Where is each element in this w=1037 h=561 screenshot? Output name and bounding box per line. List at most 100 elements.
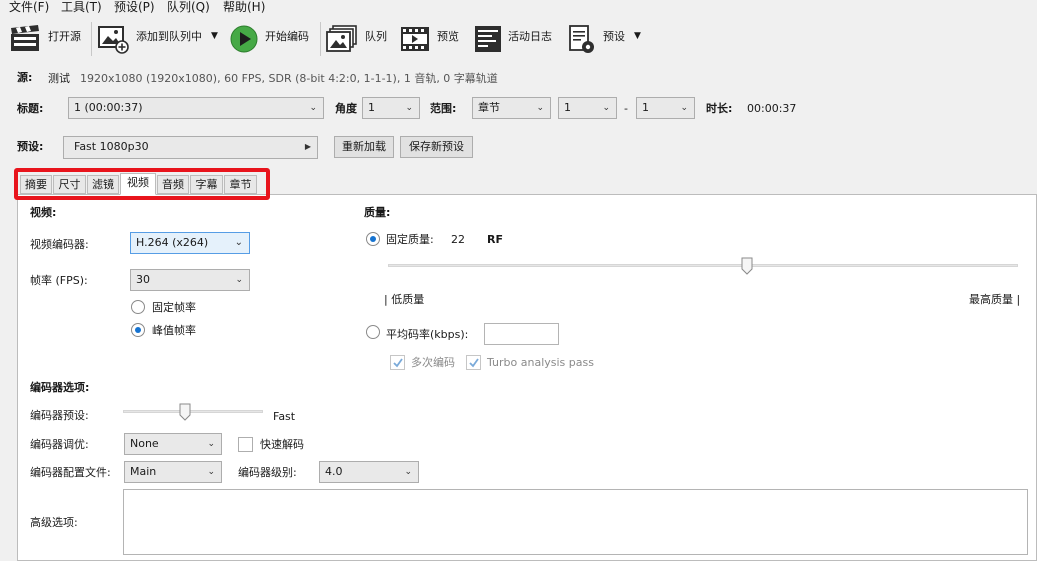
encoder-tune-label: 编码器调优: — [30, 438, 89, 451]
open-source-label: 打开源 — [48, 30, 81, 43]
chevron-down-icon[interactable]: ▼ — [211, 31, 218, 41]
encoder-tune-select[interactable]: None ⌄ — [124, 433, 222, 455]
turbo-label: Turbo analysis pass — [487, 356, 594, 369]
menu-help[interactable]: 帮助(H) — [223, 0, 265, 14]
presets-button[interactable]: 预设 ▼ — [567, 22, 647, 56]
chevron-down-icon: ⌄ — [207, 467, 215, 477]
preview-label: 预览 — [437, 30, 459, 43]
menu-presets[interactable]: 预设(P) — [114, 0, 155, 14]
checkmark-icon — [393, 358, 403, 368]
video-encoder-label: 视频编码器: — [30, 238, 89, 251]
range-dash: - — [624, 102, 628, 115]
peak-fps-radio[interactable] — [131, 323, 145, 337]
checkmark-icon — [469, 358, 479, 368]
encoder-profile-value: Main — [130, 465, 157, 478]
add-image-icon — [98, 26, 129, 54]
menu-tools[interactable]: 工具(T) — [61, 0, 102, 14]
chevron-down-icon: ⌄ — [405, 103, 413, 113]
low-quality-label: | 低质量 — [384, 293, 425, 306]
chevron-down-icon: ⌄ — [235, 275, 243, 285]
chevron-down-icon: ⌄ — [680, 103, 688, 113]
menu-bar: 文件(F) 工具(T) 预设(P) 队列(Q) 帮助(H) — [0, 0, 1037, 16]
multipass-label: 多次编码 — [411, 356, 455, 369]
menu-file[interactable]: 文件(F) — [9, 0, 49, 14]
angle-select-value: 1 — [368, 101, 375, 114]
encoder-preset-thumb[interactable] — [179, 403, 191, 421]
range-start-select[interactable]: 1 ⌄ — [558, 97, 617, 119]
encoder-level-select[interactable]: 4.0 ⌄ — [319, 461, 419, 483]
encoder-level-value: 4.0 — [325, 465, 343, 478]
settings-document-icon — [569, 25, 594, 53]
activity-log-button[interactable]: 活动日志 — [473, 22, 559, 56]
chevron-down-icon[interactable]: ▼ — [634, 31, 641, 41]
start-encode-button[interactable]: 开始编码 — [229, 22, 313, 56]
fps-select-value: 30 — [136, 273, 150, 286]
quality-slider-track — [388, 264, 1018, 267]
encoder-profile-label: 编码器配置文件: — [30, 466, 111, 479]
avg-bitrate-input[interactable] — [484, 323, 559, 345]
chevron-down-icon: ⌄ — [602, 103, 610, 113]
activity-log-label: 活动日志 — [508, 30, 552, 43]
encoder-preset-track — [123, 410, 263, 413]
encoder-profile-select[interactable]: Main ⌄ — [124, 461, 222, 483]
duration-label: 时长: — [706, 102, 733, 115]
quality-slider-thumb[interactable] — [741, 257, 753, 275]
rf-label: RF — [487, 233, 503, 246]
add-to-queue-button[interactable]: 添加到队列中 ▼ — [97, 22, 222, 56]
queue-stack-icon — [326, 25, 357, 52]
video-encoder-value: H.264 (x264) — [136, 236, 209, 249]
encoder-preset-label: 编码器预设: — [30, 409, 89, 422]
toolbar-separator — [320, 22, 321, 56]
source-label: 源: — [17, 71, 33, 84]
avg-bitrate-label: 平均码率(kbps): — [386, 328, 469, 341]
constant-quality-label: 固定质量: — [386, 233, 434, 246]
duration-value: 00:00:37 — [747, 102, 797, 115]
preview-button[interactable]: 预览 — [399, 22, 465, 56]
title-select[interactable]: 1 (00:00:37) ⌄ — [68, 97, 324, 119]
preset-label: 预设: — [17, 140, 44, 153]
angle-label: 角度 — [335, 102, 357, 115]
constant-quality-radio[interactable] — [366, 232, 380, 246]
quality-section-title: 质量: — [364, 206, 391, 219]
queue-button[interactable]: 队列 — [325, 22, 390, 56]
avg-bitrate-radio[interactable] — [366, 325, 380, 339]
video-section-title: 视频: — [30, 206, 57, 219]
range-end-select[interactable]: 1 ⌄ — [636, 97, 695, 119]
multipass-checkbox[interactable] — [390, 355, 405, 370]
range-type-select[interactable]: 章节 ⌄ — [472, 97, 551, 119]
chevron-down-icon: ⌄ — [404, 467, 412, 477]
menu-queue[interactable]: 队列(Q) — [167, 0, 210, 14]
save-new-preset-button[interactable]: 保存新预设 — [400, 136, 473, 158]
add-to-queue-label: 添加到队列中 — [136, 30, 202, 43]
chevron-down-icon: ⌄ — [207, 439, 215, 449]
play-icon — [230, 25, 258, 53]
film-icon — [401, 27, 429, 51]
open-source-button[interactable]: 打开源 — [8, 22, 86, 56]
advanced-options-label: 高级选项: — [30, 516, 78, 529]
fast-decode-checkbox[interactable] — [238, 437, 253, 452]
turbo-checkbox[interactable] — [466, 355, 481, 370]
log-terminal-icon — [475, 26, 501, 52]
fps-select[interactable]: 30 ⌄ — [130, 269, 250, 291]
encoder-options-title: 编码器选项: — [30, 381, 90, 394]
video-encoder-select[interactable]: H.264 (x264) ⌄ — [130, 232, 250, 254]
preset-select[interactable]: Fast 1080p30 ▶ — [63, 136, 318, 159]
advanced-options-textarea[interactable] — [123, 489, 1028, 555]
constant-fps-radio[interactable] — [131, 300, 145, 314]
quality-slider[interactable] — [388, 256, 1018, 278]
start-encode-label: 开始编码 — [265, 30, 309, 43]
chevron-down-icon: ⌄ — [234, 237, 243, 248]
source-info: 1920x1080 (1920x1080), 60 FPS, SDR (8-bi… — [80, 72, 498, 85]
source-name: 测试 — [48, 72, 70, 85]
chevron-down-icon: ⌄ — [536, 103, 544, 113]
peak-fps-label: 峰值帧率 — [152, 324, 196, 337]
reload-preset-button[interactable]: 重新加载 — [334, 136, 394, 158]
clapperboard-icon — [11, 25, 39, 51]
angle-select[interactable]: 1 ⌄ — [362, 97, 420, 119]
tab-highlight-box — [14, 168, 270, 200]
title-select-value: 1 (00:00:37) — [74, 101, 143, 114]
toolbar-separator — [91, 22, 92, 56]
queue-label: 队列 — [365, 30, 387, 43]
range-label: 范围: — [430, 102, 457, 115]
encoder-preset-slider[interactable] — [123, 402, 263, 424]
